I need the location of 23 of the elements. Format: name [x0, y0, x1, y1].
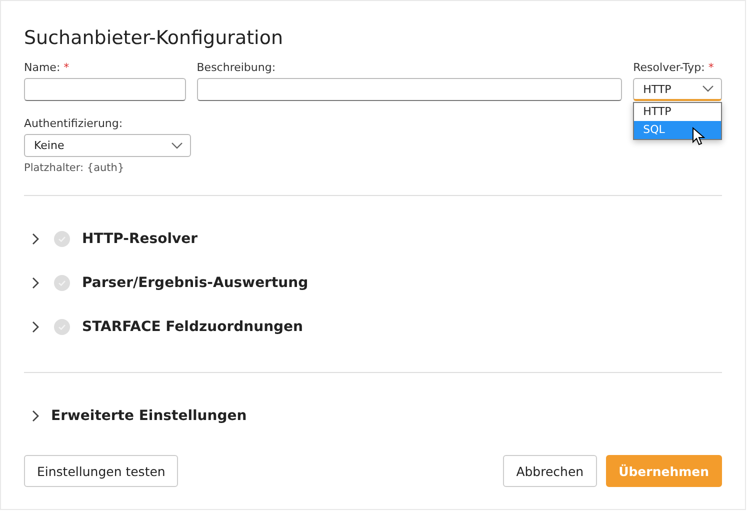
- text-input[interactable]: [24, 78, 186, 101]
- caret-icon: [171, 142, 183, 150]
- action-button[interactable]: Einstellungen testen: [24, 455, 178, 487]
- chevron-icon[interactable]: [30, 276, 40, 290]
- authentication-select[interactable]: Keine: [24, 134, 191, 157]
- section-title[interactable]: Erweiterte Einstellungen: [51, 408, 247, 424]
- dropdown-option[interactable]: HTTP: [634, 103, 722, 121]
- placeholder-hint: Platzhalter: {auth}: [24, 162, 126, 174]
- section-title[interactable]: HTTP-Resolver: [82, 231, 198, 247]
- field-label: Authentifizierung:: [24, 117, 124, 130]
- section-title[interactable]: Parser/Ergebnis-Auswertung: [82, 275, 308, 291]
- field-label: Name: *: [24, 61, 70, 74]
- caret-icon: [702, 85, 714, 93]
- resolver-type-select[interactable]: HTTP: [633, 78, 722, 101]
- field-label: Resolver-Typ: *: [633, 61, 715, 74]
- dialog-title: Suchanbieter-Konfiguration: [24, 27, 284, 49]
- field-label: Beschreibung:: [196, 61, 277, 74]
- chevron-icon[interactable]: [30, 320, 40, 334]
- chevron-icon[interactable]: [30, 232, 40, 246]
- action-button[interactable]: Abbrechen: [503, 455, 597, 487]
- section-title[interactable]: STARFACE Feldzuordnungen: [82, 319, 304, 335]
- chevron-icon[interactable]: [30, 409, 40, 423]
- text-input[interactable]: [196, 78, 622, 101]
